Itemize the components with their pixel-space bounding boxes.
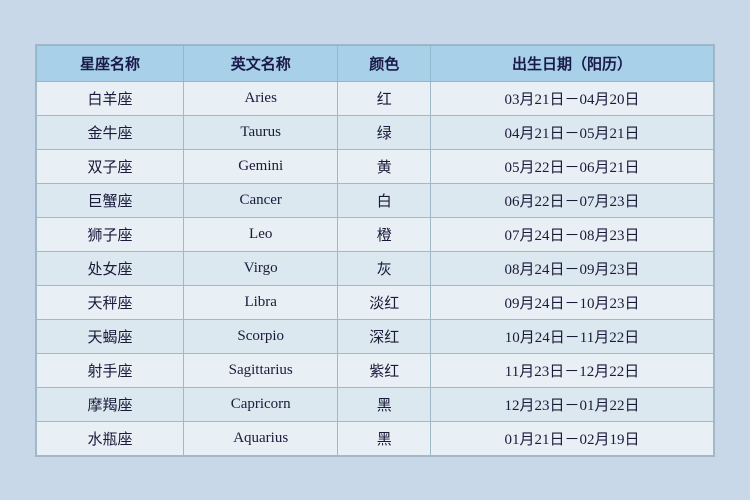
table-header-row: 星座名称 英文名称 颜色 出生日期（阳历） xyxy=(37,45,714,81)
cell-dates: 05月22日－06月21日 xyxy=(430,149,713,183)
cell-chinese-name: 双子座 xyxy=(37,149,184,183)
cell-dates: 04月21日－05月21日 xyxy=(430,115,713,149)
cell-dates: 12月23日－01月22日 xyxy=(430,387,713,421)
cell-chinese-name: 射手座 xyxy=(37,353,184,387)
cell-color: 橙 xyxy=(338,217,431,251)
cell-dates: 09月24日－10月23日 xyxy=(430,285,713,319)
cell-color: 紫红 xyxy=(338,353,431,387)
cell-dates: 03月21日－04月20日 xyxy=(430,81,713,115)
cell-chinese-name: 金牛座 xyxy=(37,115,184,149)
cell-dates: 07月24日－08月23日 xyxy=(430,217,713,251)
cell-english-name: Aries xyxy=(183,81,337,115)
zodiac-table: 星座名称 英文名称 颜色 出生日期（阳历） 白羊座Aries红03月21日－04… xyxy=(36,45,714,456)
cell-english-name: Sagittarius xyxy=(183,353,337,387)
header-dates: 出生日期（阳历） xyxy=(430,45,713,81)
cell-english-name: Libra xyxy=(183,285,337,319)
cell-english-name: Capricorn xyxy=(183,387,337,421)
table-row: 巨蟹座Cancer白06月22日－07月23日 xyxy=(37,183,714,217)
header-chinese-name: 星座名称 xyxy=(37,45,184,81)
cell-chinese-name: 摩羯座 xyxy=(37,387,184,421)
header-english-name: 英文名称 xyxy=(183,45,337,81)
cell-color: 白 xyxy=(338,183,431,217)
cell-color: 灰 xyxy=(338,251,431,285)
cell-color: 红 xyxy=(338,81,431,115)
cell-color: 绿 xyxy=(338,115,431,149)
cell-english-name: Cancer xyxy=(183,183,337,217)
cell-chinese-name: 水瓶座 xyxy=(37,421,184,455)
cell-chinese-name: 狮子座 xyxy=(37,217,184,251)
cell-dates: 10月24日－11月22日 xyxy=(430,319,713,353)
cell-dates: 01月21日－02月19日 xyxy=(430,421,713,455)
cell-dates: 08月24日－09月23日 xyxy=(430,251,713,285)
cell-color: 黑 xyxy=(338,387,431,421)
cell-english-name: Taurus xyxy=(183,115,337,149)
table-row: 金牛座Taurus绿04月21日－05月21日 xyxy=(37,115,714,149)
cell-english-name: Leo xyxy=(183,217,337,251)
cell-dates: 06月22日－07月23日 xyxy=(430,183,713,217)
cell-chinese-name: 天蝎座 xyxy=(37,319,184,353)
cell-chinese-name: 天秤座 xyxy=(37,285,184,319)
table-row: 双子座Gemini黄05月22日－06月21日 xyxy=(37,149,714,183)
table-row: 射手座Sagittarius紫红11月23日－12月22日 xyxy=(37,353,714,387)
cell-color: 黄 xyxy=(338,149,431,183)
cell-chinese-name: 白羊座 xyxy=(37,81,184,115)
zodiac-table-container: 星座名称 英文名称 颜色 出生日期（阳历） 白羊座Aries红03月21日－04… xyxy=(35,44,715,457)
table-row: 处女座Virgo灰08月24日－09月23日 xyxy=(37,251,714,285)
table-row: 白羊座Aries红03月21日－04月20日 xyxy=(37,81,714,115)
cell-english-name: Aquarius xyxy=(183,421,337,455)
cell-dates: 11月23日－12月22日 xyxy=(430,353,713,387)
table-row: 摩羯座Capricorn黑12月23日－01月22日 xyxy=(37,387,714,421)
table-row: 水瓶座Aquarius黑01月21日－02月19日 xyxy=(37,421,714,455)
cell-english-name: Gemini xyxy=(183,149,337,183)
cell-chinese-name: 处女座 xyxy=(37,251,184,285)
cell-english-name: Scorpio xyxy=(183,319,337,353)
cell-chinese-name: 巨蟹座 xyxy=(37,183,184,217)
cell-english-name: Virgo xyxy=(183,251,337,285)
cell-color: 淡红 xyxy=(338,285,431,319)
table-row: 天秤座Libra淡红09月24日－10月23日 xyxy=(37,285,714,319)
cell-color: 黑 xyxy=(338,421,431,455)
cell-color: 深红 xyxy=(338,319,431,353)
table-row: 狮子座Leo橙07月24日－08月23日 xyxy=(37,217,714,251)
table-row: 天蝎座Scorpio深红10月24日－11月22日 xyxy=(37,319,714,353)
header-color: 颜色 xyxy=(338,45,431,81)
